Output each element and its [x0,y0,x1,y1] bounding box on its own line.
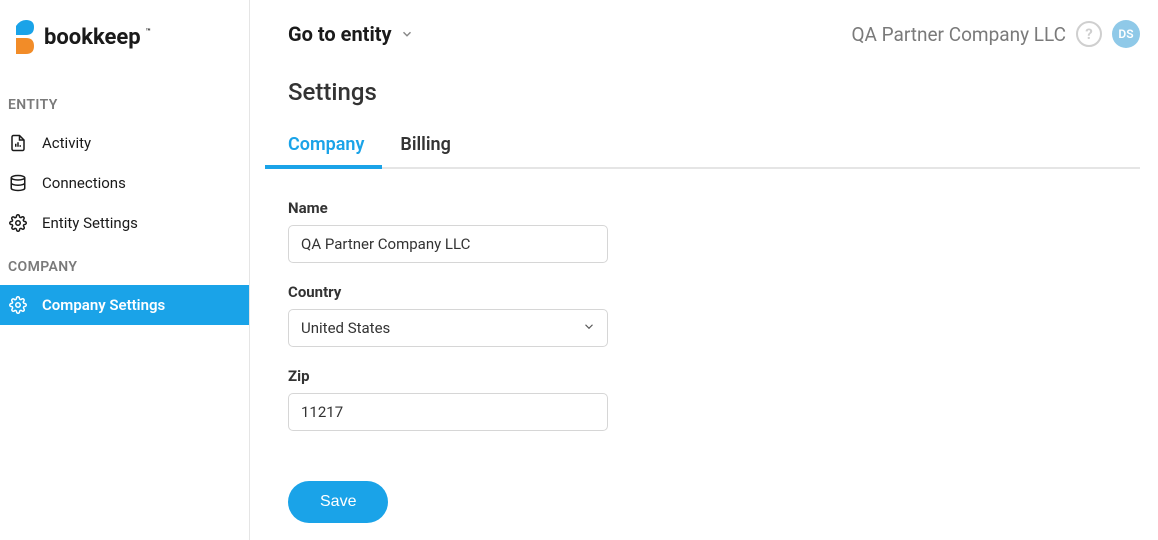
document-chart-icon [8,133,28,153]
save-button[interactable]: Save [288,481,388,523]
sidebar-item-connections[interactable]: Connections [0,163,249,203]
name-label: Name [288,199,1140,217]
country-select[interactable]: United States [288,309,608,347]
database-icon [8,173,28,193]
logo[interactable]: bookkeep [0,18,249,81]
topbar-right: QA Partner Company LLC ? DS [851,20,1140,48]
sidebar-item-label: Company Settings [42,296,165,314]
sidebar-section-entity: ENTITY [0,81,249,123]
sidebar: bookkeep ENTITY Activity [0,0,250,540]
company-form: Name Country United States Zip Save [288,199,1140,523]
topbar: Go to entity QA Partner Company LLC ? DS [288,20,1140,48]
gear-icon [8,213,28,233]
page-title: Settings [288,78,1140,106]
sidebar-item-entity-settings[interactable]: Entity Settings [0,203,249,243]
sidebar-item-label: Entity Settings [42,214,138,232]
sidebar-item-company-settings[interactable]: Company Settings [0,285,249,325]
company-name-display: QA Partner Company LLC [851,23,1066,46]
chevron-down-icon [400,22,414,46]
country-label: Country [288,283,1140,301]
sidebar-item-label: Activity [42,134,91,152]
tab-company[interactable]: Company [288,134,382,167]
entity-selector[interactable]: Go to entity [288,22,414,46]
sidebar-item-activity[interactable]: Activity [0,123,249,163]
gear-icon [8,295,28,315]
zip-input[interactable] [288,393,608,431]
tabs: Company Billing [288,134,1140,169]
sidebar-section-company: COMPANY [0,243,249,285]
logo-icon [8,18,36,56]
sidebar-item-label: Connections [42,174,126,192]
tab-billing[interactable]: Billing [382,134,468,167]
entity-selector-label: Go to entity [288,22,392,46]
main-content: Go to entity QA Partner Company LLC ? DS… [250,0,1158,540]
zip-label: Zip [288,367,1140,385]
avatar[interactable]: DS [1112,20,1140,48]
logo-text: bookkeep [44,25,141,50]
help-icon[interactable]: ? [1076,21,1102,47]
name-input[interactable] [288,225,608,263]
